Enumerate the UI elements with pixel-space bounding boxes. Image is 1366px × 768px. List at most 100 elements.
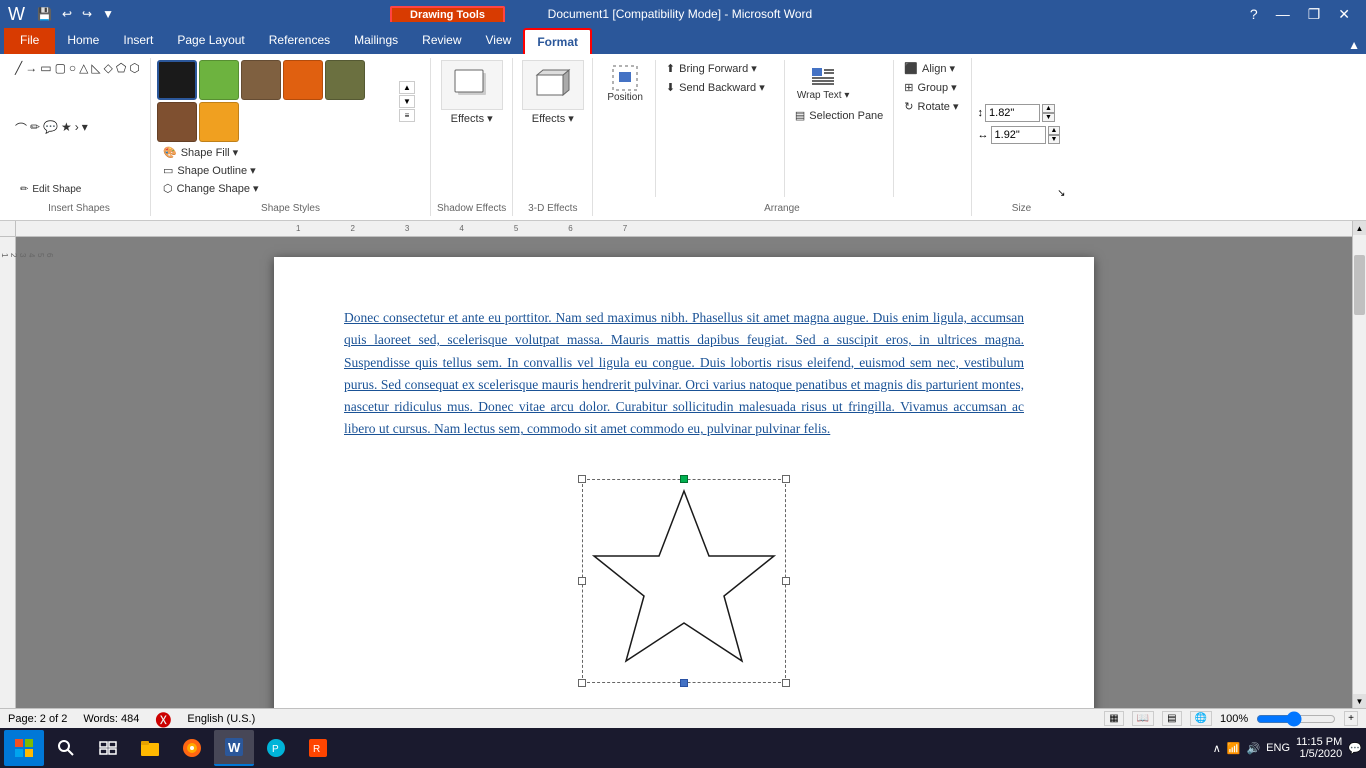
send-backward-btn[interactable]: ⬇ Send Backward ▾: [660, 79, 780, 96]
height-input[interactable]: 1.82": [985, 104, 1040, 122]
tab-page-layout[interactable]: Page Layout: [165, 28, 256, 54]
view-web-btn[interactable]: 🌐: [1190, 711, 1212, 726]
swatch-4[interactable]: [325, 60, 365, 100]
star5-icon[interactable]: ★: [60, 119, 73, 180]
tab-format[interactable]: Format: [523, 28, 592, 54]
doc-background[interactable]: Donec consectetur et ante eu porttitor. …: [16, 237, 1352, 708]
scroll-thumb[interactable]: [1354, 255, 1365, 315]
taskbar-word[interactable]: W: [214, 730, 254, 766]
effects-3d-btn[interactable]: Effects ▾: [526, 110, 580, 127]
close-btn[interactable]: ✕: [1330, 4, 1358, 25]
bring-forward-btn[interactable]: ⬆ Bring Forward ▾: [660, 60, 780, 77]
taskbar-pinned-1[interactable]: P: [256, 730, 296, 766]
scrollbar-vertical[interactable]: ▲ ▼: [1352, 221, 1366, 708]
width-up-btn[interactable]: ▲: [1048, 126, 1061, 135]
tab-mailings[interactable]: Mailings: [342, 28, 410, 54]
tab-file[interactable]: File: [4, 28, 55, 54]
hex-icon[interactable]: ⬡: [128, 60, 140, 118]
diamond-icon[interactable]: ◇: [103, 60, 114, 118]
swatch-2[interactable]: [241, 60, 281, 100]
zoom-in-btn[interactable]: +: [1344, 711, 1358, 726]
help-btn[interactable]: ?: [1242, 4, 1266, 25]
height-down-btn[interactable]: ▼: [1042, 113, 1055, 122]
zoom-slider[interactable]: [1256, 711, 1336, 727]
swatch-1[interactable]: [199, 60, 239, 100]
handle-mid-left[interactable]: [578, 577, 586, 585]
rotate-btn[interactable]: ↻ Rotate ▾: [898, 98, 964, 115]
undo-btn[interactable]: ↩: [58, 5, 76, 23]
tab-references[interactable]: References: [257, 28, 342, 54]
ribbon-collapse-btn[interactable]: ▲: [1342, 36, 1366, 54]
taskbar-task-view[interactable]: [88, 730, 128, 766]
chevron-icon[interactable]: ›: [74, 119, 80, 180]
swatch-more-btn[interactable]: ≡: [399, 109, 415, 122]
volume-icon[interactable]: 🔊: [1246, 742, 1260, 755]
arrow-icon[interactable]: →: [24, 60, 38, 118]
size-expand-btn[interactable]: ↘: [1057, 188, 1065, 199]
swatch-3[interactable]: [283, 60, 323, 100]
selection-pane-btn[interactable]: ▤ Selection Pane: [789, 107, 889, 124]
scroll-up-btn[interactable]: ▲: [1353, 221, 1366, 235]
redo-btn[interactable]: ↪: [78, 5, 96, 23]
view-print-btn[interactable]: ▤: [1162, 711, 1181, 726]
swatch-5[interactable]: [157, 102, 197, 142]
swatch-down-btn[interactable]: ▼: [399, 95, 415, 108]
star-shape[interactable]: [574, 471, 794, 691]
edit-shape-btn[interactable]: ✏ Edit Shape: [14, 182, 144, 197]
tab-review[interactable]: Review: [410, 28, 473, 54]
handle-top-left[interactable]: [578, 475, 586, 483]
tab-home[interactable]: Home: [55, 28, 111, 54]
view-normal-btn[interactable]: ▦: [1104, 711, 1123, 726]
callout-icon[interactable]: 💬: [42, 119, 59, 180]
height-up-btn[interactable]: ▲: [1042, 104, 1055, 113]
notification-btn[interactable]: 💬: [1348, 742, 1362, 755]
handle-mid-right[interactable]: [782, 577, 790, 585]
more-icon[interactable]: ▾: [81, 119, 89, 180]
handle-top-right[interactable]: [782, 475, 790, 483]
rounded-rect-icon[interactable]: ▢: [54, 60, 67, 118]
swatch-up-btn[interactable]: ▲: [399, 81, 415, 94]
star-container[interactable]: [574, 471, 794, 691]
view-reading-btn[interactable]: 📖: [1132, 711, 1154, 726]
line-icon[interactable]: ╱: [14, 60, 23, 118]
maximize-btn[interactable]: ❐: [1300, 4, 1329, 25]
width-down-btn[interactable]: ▼: [1048, 135, 1061, 144]
tab-view[interactable]: View: [474, 28, 524, 54]
handle-top-center[interactable]: [680, 475, 688, 483]
triangle-icon[interactable]: △: [78, 60, 89, 118]
swatch-0[interactable]: [157, 60, 197, 100]
shape-outline-btn[interactable]: ▭ Shape Outline ▾: [157, 162, 424, 179]
shadow-effects-btn[interactable]: Effects ▾: [445, 110, 499, 127]
group-btn[interactable]: ⊞ Group ▾: [898, 79, 964, 96]
clock[interactable]: 11:15 PM 1/5/2020: [1296, 736, 1342, 760]
handle-bottom-left[interactable]: [578, 679, 586, 687]
curve-icon[interactable]: ⌒: [14, 119, 28, 180]
wrap-text-btn[interactable]: Wrap Text ▾: [789, 60, 857, 105]
scroll-down-btn[interactable]: ▼: [1353, 694, 1366, 708]
right-tri-icon[interactable]: ◺: [90, 60, 101, 118]
taskbar-search[interactable]: [46, 730, 86, 766]
width-input[interactable]: 1.92": [991, 126, 1046, 144]
position-btn[interactable]: Position: [599, 60, 651, 107]
taskbar-browser[interactable]: [172, 730, 212, 766]
oval-icon[interactable]: ○: [68, 60, 77, 118]
qa-dropdown-btn[interactable]: ▼: [98, 5, 118, 23]
handle-bottom-right[interactable]: [782, 679, 790, 687]
network-icon[interactable]: 📶: [1227, 742, 1241, 755]
tray-up-arrow[interactable]: ∧: [1213, 742, 1221, 755]
handle-bottom-center[interactable]: [680, 679, 688, 687]
save-btn[interactable]: 💾: [33, 5, 56, 23]
freeform-icon[interactable]: ✏: [29, 119, 41, 180]
rect-icon[interactable]: ▭: [39, 60, 52, 118]
shape-fill-btn[interactable]: 🎨 Shape Fill ▾: [157, 144, 424, 161]
pentagon-icon[interactable]: ⬠: [115, 60, 127, 118]
spell-check-icon[interactable]: 🅧: [155, 707, 171, 731]
tab-insert[interactable]: Insert: [111, 28, 165, 54]
change-shape-btn[interactable]: ⬡ Change Shape ▾: [157, 180, 424, 197]
taskbar-file-explorer[interactable]: [130, 730, 170, 766]
start-btn[interactable]: [4, 730, 44, 766]
minimize-btn[interactable]: —: [1268, 4, 1298, 25]
swatch-6[interactable]: [199, 102, 239, 142]
align-btn[interactable]: ⬛ Align ▾: [898, 60, 964, 77]
taskbar-pinned-2[interactable]: R: [298, 730, 338, 766]
